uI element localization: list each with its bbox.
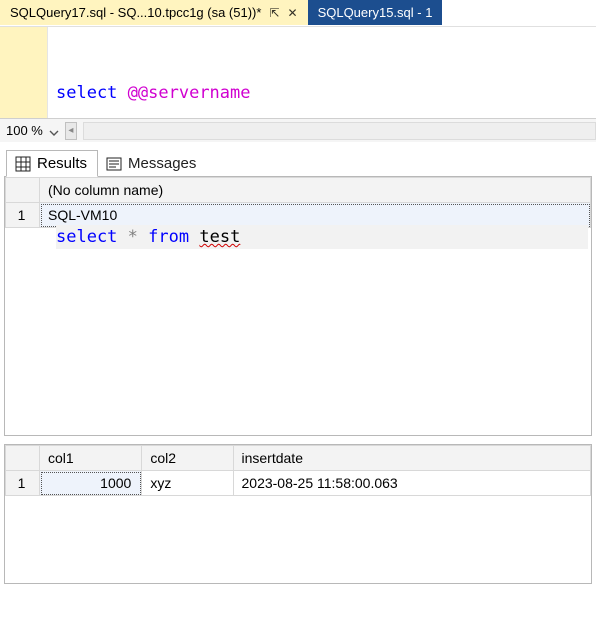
grid2-corner: [6, 446, 40, 471]
grid2-c2[interactable]: xyz: [142, 471, 233, 496]
tab-label: SQLQuery15.sql - 1: [318, 5, 433, 20]
table-row[interactable]: 1 1000 xyz 2023-08-25 11:58:00.063: [6, 471, 591, 496]
kw-select2: select: [56, 227, 117, 247]
grid2-c3[interactable]: 2023-08-25 11:58:00.063: [233, 471, 591, 496]
document-tabstrip: SQLQuery17.sql - SQ...10.tpcc1g (sa (51)…: [0, 0, 596, 26]
ident-test: test: [199, 227, 240, 247]
tab-sqlquery15[interactable]: SQLQuery15.sql - 1: [308, 0, 443, 25]
grid2-h3[interactable]: insertdate: [233, 446, 591, 471]
editor-gutter: [0, 27, 48, 118]
kw-from: from: [148, 227, 189, 247]
grid2-rownum: 1: [6, 471, 40, 496]
grid2-h2[interactable]: col2: [142, 446, 233, 471]
grid1-corner: [6, 178, 40, 203]
results-grid-icon: [15, 156, 31, 172]
zoom-value: 100 %: [6, 123, 43, 138]
grid2-h1[interactable]: col1: [40, 446, 142, 471]
tab-results[interactable]: Results: [6, 150, 98, 177]
tab-label: SQLQuery17.sql - SQ...10.tpcc1g (sa (51)…: [10, 5, 261, 20]
sql-editor: select @@servername go select * from tes…: [0, 26, 596, 118]
grid1-rownum: 1: [6, 203, 40, 228]
tab-sqlquery17[interactable]: SQLQuery17.sql - SQ...10.tpcc1g (sa (51)…: [0, 0, 308, 25]
tab-results-label: Results: [37, 155, 87, 172]
editor-text[interactable]: select @@servername go select * from tes…: [48, 27, 596, 118]
kw-select: select: [56, 83, 117, 103]
pin-icon[interactable]: ⇱: [269, 6, 279, 20]
grid2-table[interactable]: col1 col2 insertdate 1 1000 xyz 2023-08-…: [5, 445, 591, 496]
results-grid-2: col1 col2 insertdate 1 1000 xyz 2023-08-…: [4, 444, 592, 584]
star: *: [128, 227, 138, 247]
var-servername: @@servername: [128, 83, 251, 103]
close-icon[interactable]: ✕: [288, 6, 298, 20]
grid2-c1[interactable]: 1000: [40, 471, 142, 496]
